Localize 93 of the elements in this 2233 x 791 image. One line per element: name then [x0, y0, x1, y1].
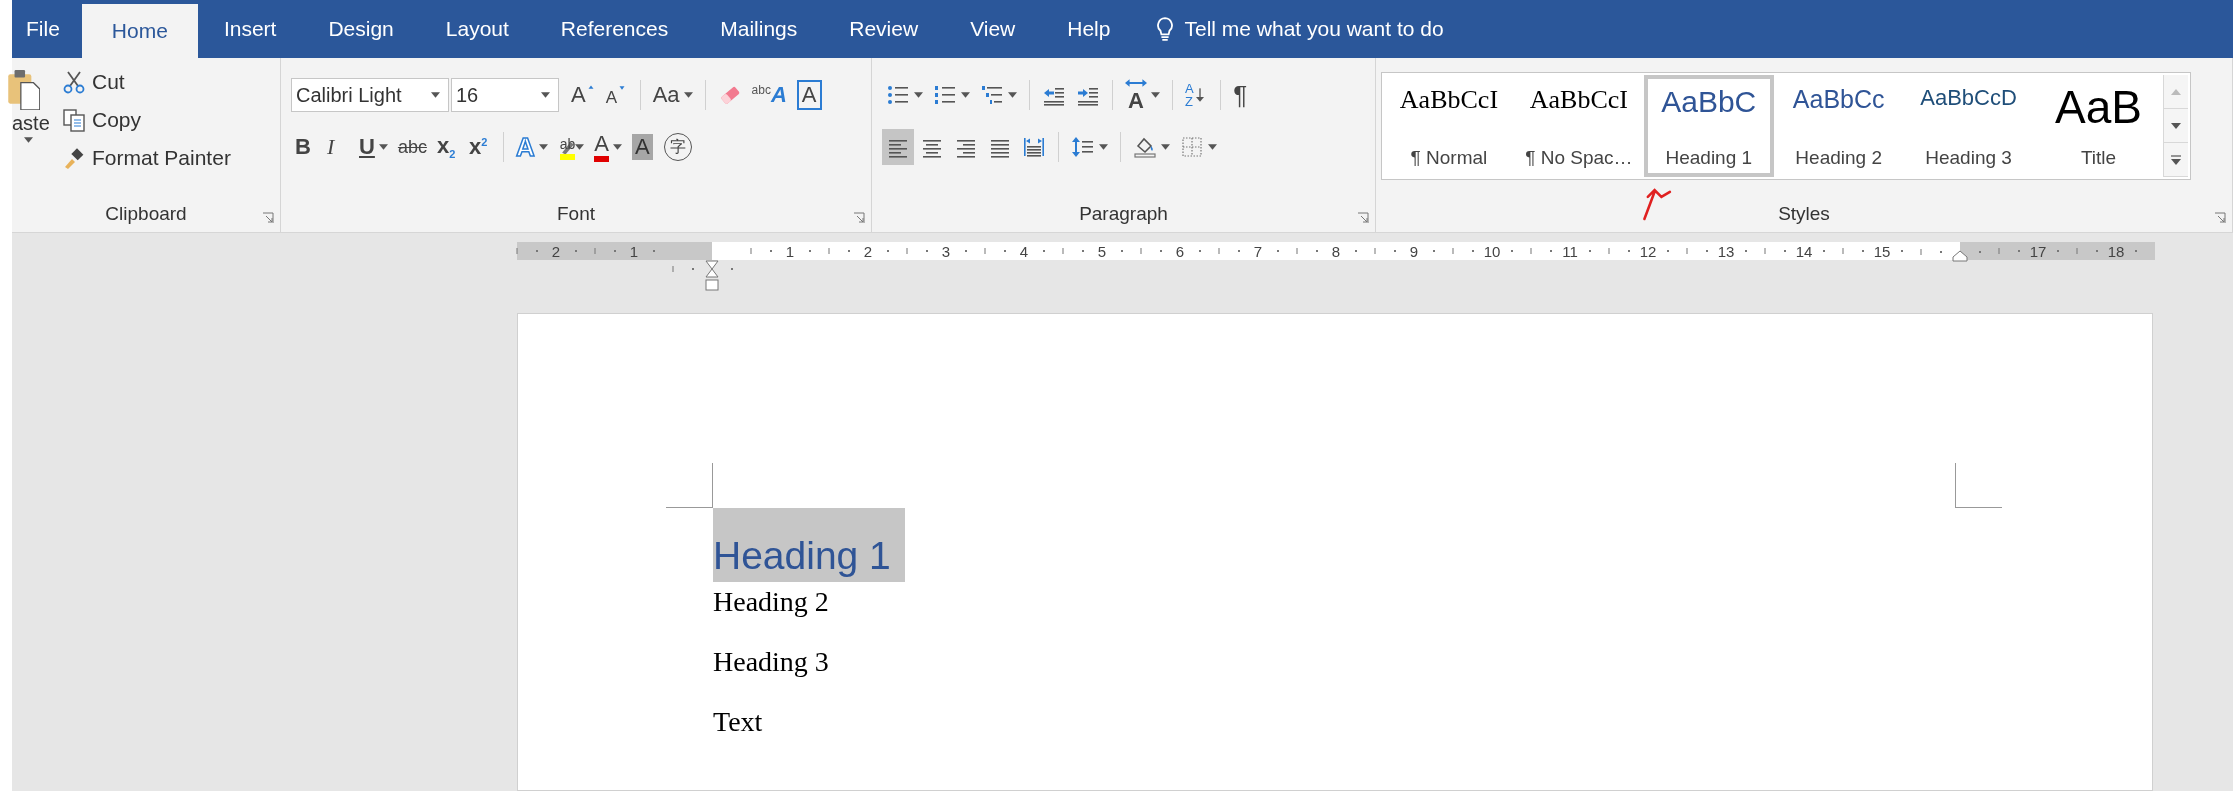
- copy-button[interactable]: Copy: [58, 102, 235, 138]
- style-item[interactable]: AaBbCcI ¶ No Spac…: [1513, 75, 1644, 177]
- ribbon-tab[interactable]: Layout: [419, 0, 535, 58]
- font-name-field[interactable]: Calibri Light: [291, 78, 449, 112]
- ruler-number: 14: [1795, 242, 1813, 260]
- line-spacing-icon: [1071, 135, 1095, 159]
- ruler-number: 13: [1717, 242, 1735, 260]
- group-label: Styles: [1778, 203, 1830, 225]
- ruler-number: 3: [941, 242, 951, 260]
- ribbon-tab[interactable]: Review: [823, 0, 945, 58]
- double-arrow-icon: [1125, 78, 1147, 87]
- subscript-button[interactable]: x$_{2}$: [432, 129, 463, 165]
- scroll-down-button[interactable]: [2164, 109, 2189, 143]
- align-left-button[interactable]: [882, 129, 914, 165]
- ruler-number: 10: [1483, 242, 1501, 260]
- scissors-icon: [62, 70, 86, 94]
- numbered-list-icon: [933, 83, 957, 107]
- ruler-number: 2: [551, 242, 561, 260]
- italic-button[interactable]: I: [323, 129, 353, 165]
- format-painter-button[interactable]: Format Painter: [58, 140, 235, 176]
- more-button[interactable]: [2164, 143, 2189, 177]
- phonetic-button[interactable]: $^{abc}$A: [747, 77, 791, 113]
- dialog-launcher-icon[interactable]: [853, 212, 865, 224]
- ruler-number: 5: [1097, 242, 1107, 260]
- ruler-number: 12: [1639, 242, 1657, 260]
- indent-marker-icon[interactable]: [1952, 250, 1968, 262]
- strike-button[interactable]: abc: [393, 129, 431, 165]
- ruler-number: 8: [1331, 242, 1341, 260]
- crop-mark: [1955, 463, 2002, 508]
- group-label: Clipboard: [105, 203, 187, 225]
- ruler-number: 1: [629, 242, 639, 260]
- document-paragraph: Heading 3: [713, 645, 829, 679]
- style-item[interactable]: AaBbCc Heading 2: [1773, 75, 1904, 177]
- caret-icon: [541, 92, 550, 98]
- paste-button[interactable]: aste: [12, 58, 58, 196]
- pilcrow-button[interactable]: ¶: [1229, 77, 1260, 113]
- shrink-button[interactable]: A: [601, 77, 632, 113]
- ruler-number: 9: [1409, 242, 1419, 260]
- caret-icon: [431, 92, 440, 98]
- cut-button[interactable]: Cut: [58, 64, 235, 100]
- ribbon-tab[interactable]: References: [534, 0, 695, 58]
- text-direction-button[interactable]: A: [1121, 77, 1164, 113]
- paintbrush-icon: [62, 146, 86, 170]
- bold-button[interactable]: B: [291, 129, 321, 165]
- triangle-down-icon: [2171, 122, 2182, 129]
- border-grid-icon: [1180, 135, 1204, 159]
- document-paragraph: Text: [713, 705, 763, 739]
- more-icon: [2171, 154, 2182, 165]
- group-label: Font: [557, 203, 595, 225]
- ruler-number: 17: [2029, 242, 2047, 260]
- style-item[interactable]: AaBbCcD Heading 3: [1903, 75, 2034, 177]
- ruler-number: 18: [2107, 242, 2125, 260]
- style-item[interactable]: AaB Title: [2033, 75, 2164, 177]
- case-button[interactable]: Aa: [648, 77, 697, 113]
- crop-mark: [666, 463, 713, 508]
- underline-button[interactable]: U: [355, 129, 392, 165]
- ruler-number: 6: [1175, 242, 1185, 260]
- ruler-number: 2: [863, 242, 873, 260]
- caret-icon: [24, 137, 33, 143]
- copy-icon: [62, 108, 86, 132]
- style-item[interactable]: AaBbCcI ¶ Normal: [1384, 75, 1514, 177]
- dialog-launcher-icon[interactable]: [2214, 212, 2226, 224]
- ribbon-tab[interactable]: File: [12, 0, 82, 58]
- document-paragraph: Heading 2: [713, 585, 829, 619]
- font-size-field[interactable]: 16: [451, 78, 559, 112]
- ruler-number: 1: [785, 242, 795, 260]
- ribbon-tab[interactable]: Design: [302, 0, 420, 58]
- document-paragraph: Heading 1: [713, 508, 905, 582]
- paint-bucket-icon: [1133, 135, 1157, 159]
- sort-button[interactable]: AZ: [1181, 77, 1213, 113]
- ribbon-tab[interactable]: Help: [1041, 0, 1137, 58]
- group-label: Paragraph: [1079, 203, 1168, 225]
- distributed-align-icon: [1022, 135, 1046, 159]
- style-item[interactable]: AaBbC Heading 1: [1643, 75, 1774, 177]
- triangle-up-icon: [2171, 88, 2182, 95]
- ruler-number: 4: [1019, 242, 1029, 260]
- bullet-list-icon: [886, 83, 910, 107]
- superscript-button[interactable]: x$^{2}$: [464, 129, 495, 165]
- lightbulb-icon: [1156, 16, 1175, 42]
- dialog-launcher-icon[interactable]: [262, 212, 274, 224]
- ruler-number: 15: [1873, 242, 1891, 260]
- tell-me-field[interactable]: Tell me what you want to do: [1182, 16, 1517, 42]
- ribbon-tab[interactable]: View: [944, 0, 1042, 58]
- ribbon-tab[interactable]: Mailings: [694, 0, 824, 58]
- font-color-button[interactable]: A: [590, 129, 626, 165]
- ribbon-tab[interactable]: Home: [81, 4, 198, 58]
- multilevel-list-icon: [980, 83, 1004, 107]
- ruler-number: 7: [1253, 242, 1263, 260]
- dialog-launcher-icon[interactable]: [1357, 212, 1369, 224]
- ribbon-tab[interactable]: Insert: [197, 0, 303, 58]
- highlight-button[interactable]: ab: [553, 129, 589, 165]
- ruler-number: 11: [1562, 242, 1578, 260]
- grow-button[interactable]: A: [567, 77, 600, 113]
